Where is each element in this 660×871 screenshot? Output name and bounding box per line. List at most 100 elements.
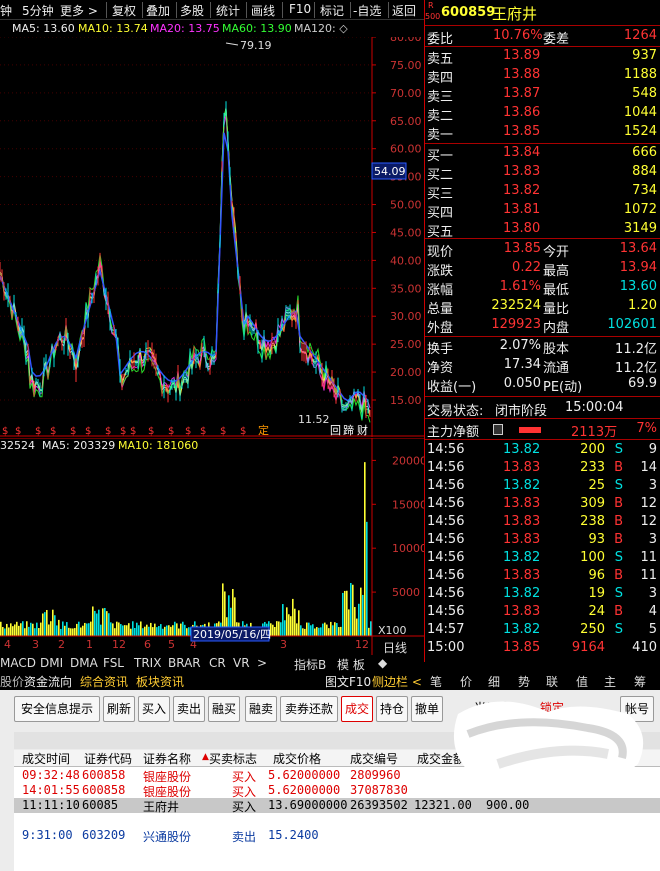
tab-cr[interactable]: CR [209, 656, 226, 670]
event-dollar-icon[interactable]: $ [85, 426, 91, 437]
ask-row[interactable]: 卖五 13.89 937 [425, 48, 660, 67]
volume-chart[interactable]: 2000015000100005000 4 3 2 1 12 6 5 4 3 12 2019/05… [0, 438, 424, 655]
event-dollar-icon[interactable]: $ [185, 426, 191, 437]
toolbar-f10-button[interactable]: F10 [289, 2, 311, 16]
security-info-button[interactable]: 安全信息提示 [14, 696, 100, 722]
tab-news[interactable]: 综合资讯 [80, 673, 128, 690]
event-dollar-icon[interactable]: $ [15, 426, 21, 437]
tick-row[interactable]: 14:56 13.82 200 S 9 [425, 442, 660, 460]
event-dollar-icon[interactable]: $ [2, 426, 8, 437]
ask-row[interactable]: 卖三 13.87 548 [425, 86, 660, 105]
stat-row[interactable]: 外盘 129923 内盘 102601 [425, 317, 660, 336]
tab-vr[interactable]: VR [233, 656, 250, 670]
buy-button[interactable]: 买入 [138, 696, 170, 722]
stat-row[interactable]: 现价 13.85 今开 13.64 [425, 241, 660, 260]
toolbar-back-button[interactable]: 返回 [392, 2, 416, 19]
tab-fund-flow[interactable]: 资金流向 [24, 673, 72, 690]
period-selector[interactable]: 5分钟 [22, 2, 54, 19]
bid-row[interactable]: 买二 13.83 884 [425, 164, 660, 183]
tab-stock-price[interactable]: 股价 [0, 673, 24, 690]
header-time[interactable]: 成交时间 [22, 750, 70, 767]
repay-button[interactable]: 卖券还款 [280, 696, 338, 722]
tab-settings-icon[interactable]: ◆ [378, 656, 387, 670]
event-dollar-icon[interactable]: $ [148, 426, 154, 437]
event-dollar-icon[interactable]: $ [120, 426, 126, 437]
event-dollar-icon[interactable]: $ [105, 426, 111, 437]
table-row[interactable] [14, 813, 660, 828]
tick-row[interactable]: 14:56 13.83 233 B 14 [425, 460, 660, 478]
main-flow-icon[interactable] [493, 424, 503, 435]
deals-button[interactable]: 成交 [341, 696, 373, 722]
tab-sidebar[interactable]: 侧边栏 < [372, 673, 422, 690]
toolbar-multi-stock-button[interactable]: 多股 [180, 2, 204, 19]
ask-row[interactable]: 卖一 13.85 1524 [425, 124, 660, 143]
tab-zhu[interactable]: 主 [604, 673, 616, 690]
tick-row[interactable]: 14:56 13.82 19 S 3 [425, 586, 660, 604]
tab-lian[interactable]: 联 [546, 673, 558, 690]
tick-row[interactable]: 14:56 13.83 24 B 4 [425, 604, 660, 622]
period-daily-label[interactable]: 日线 [383, 641, 407, 655]
stat-row[interactable]: 涨幅 1.61% 最低 13.60 [425, 279, 660, 298]
toolbar-stats-button[interactable]: 统计 [216, 2, 240, 19]
tab-fsl[interactable]: FSL [103, 656, 124, 670]
tab-zhi[interactable]: 值 [576, 673, 588, 690]
tab-trix[interactable]: TRIX [134, 656, 161, 670]
tab-macd[interactable]: MACD [0, 656, 36, 670]
header-code[interactable]: 证券代码 [84, 750, 132, 767]
tab-dmi[interactable]: DMI [40, 656, 63, 670]
margin-sell-button[interactable]: 融卖 [245, 696, 277, 722]
table-row[interactable]: 9:31:00 603209 兴通股份 卖出 15.2400 [14, 828, 660, 844]
event-dollar-icon[interactable]: $ [130, 426, 136, 437]
tab-indicator-b[interactable]: 指标B [294, 656, 326, 673]
stat-row[interactable]: 收益(一) 0.050 PE(动) 69.9 [425, 376, 660, 395]
sell-button[interactable]: 卖出 [173, 696, 205, 722]
tab-sector-news[interactable]: 板块资讯 [136, 673, 184, 690]
event-dollar-icon[interactable]: $ [35, 426, 41, 437]
tick-row[interactable]: 14:57 13.82 250 S 5 [425, 622, 660, 640]
header-deal-no[interactable]: 成交编号 [350, 750, 398, 767]
event-dollar-icon[interactable]: $ [240, 426, 246, 437]
tab-jia[interactable]: 价 [460, 673, 472, 690]
event-label-ding[interactable]: 定 [258, 423, 269, 437]
tab-more-arrow[interactable]: > [257, 656, 267, 670]
tab-xi[interactable]: 细 [488, 673, 500, 690]
tick-row[interactable]: 14:56 13.83 96 B 11 [425, 568, 660, 586]
event-dollar-icon[interactable]: $ [70, 426, 76, 437]
stat-row[interactable]: 净资 17.34 流通 11.2亿 [425, 357, 660, 376]
tab-f10[interactable]: 图文F10 [325, 673, 371, 690]
header-name[interactable]: 证券名称 [143, 750, 191, 767]
toolbar-fuquan-button[interactable]: 复权 [112, 2, 136, 19]
toolbar-watchlist-button[interactable]: -自选 [353, 2, 381, 19]
tab-template[interactable]: 模 板 [337, 656, 365, 673]
period-left-label[interactable]: 钟 [0, 2, 12, 19]
toolbar-overlay-button[interactable]: 叠加 [146, 2, 170, 19]
event-label-cai[interactable]: 财 [357, 423, 368, 437]
event-dollar-icon[interactable]: $ [200, 426, 206, 437]
event-dollar-icon[interactable]: $ [168, 426, 174, 437]
tick-row[interactable]: 14:56 13.82 25 S 3 [425, 478, 660, 496]
tick-row[interactable]: 14:56 13.83 93 B 3 [425, 532, 660, 550]
stat-row[interactable]: 总量 232524 量比 1.20 [425, 298, 660, 317]
tab-dma[interactable]: DMA [70, 656, 98, 670]
ask-row[interactable]: 卖四 13.88 1188 [425, 67, 660, 86]
tick-row[interactable]: 14:56 13.82 100 S 11 [425, 550, 660, 568]
ask-row[interactable]: 卖二 13.86 1044 [425, 105, 660, 124]
bid-row[interactable]: 买五 13.80 3149 [425, 221, 660, 240]
more-periods-button[interactable]: 更多 > [60, 2, 98, 19]
stat-row[interactable]: 换手 2.07% 股本 11.2亿 [425, 338, 660, 357]
event-dollar-icon[interactable]: $ [50, 426, 56, 437]
tick-row[interactable]: 14:56 13.83 238 B 12 [425, 514, 660, 532]
tab-brar[interactable]: BRAR [168, 656, 201, 670]
tab-chou[interactable]: 筹 [634, 673, 646, 690]
margin-buy-button[interactable]: 融买 [208, 696, 240, 722]
header-side[interactable]: 买卖标志 [209, 750, 257, 767]
event-dollar-icon[interactable]: $ [220, 426, 226, 437]
tick-row[interactable]: 14:56 13.83 309 B 12 [425, 496, 660, 514]
price-chart[interactable]: 80.0075.0070.0065.0060.0055.0050.0045.00… [0, 37, 424, 437]
tab-bi[interactable]: 笔 [430, 673, 442, 690]
stat-row[interactable]: 涨跌 0.22 最高 13.94 [425, 260, 660, 279]
event-label-ti[interactable]: 蹄 [343, 423, 354, 437]
bid-row[interactable]: 买三 13.82 734 [425, 183, 660, 202]
bid-row[interactable]: 买一 13.84 666 [425, 145, 660, 164]
toolbar-mark-button[interactable]: 标记 [320, 2, 344, 19]
